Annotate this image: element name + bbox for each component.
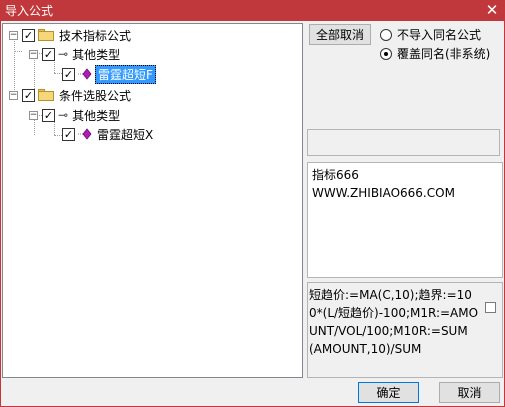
radio-no-import[interactable]: 不导入同名公式 xyxy=(380,26,481,43)
tree-line xyxy=(54,135,62,136)
tree-checkbox[interactable]: ✓ xyxy=(42,108,55,122)
formula-icon xyxy=(78,68,92,80)
radio-overwrite[interactable]: 覆盖同名(非系统) xyxy=(380,45,490,62)
folder-icon xyxy=(38,29,54,41)
collapse-icon[interactable]: − xyxy=(29,49,38,59)
folder-icon xyxy=(38,89,54,101)
info-panel: 指标666 WWW.ZHIBIAO666.COM xyxy=(307,162,503,278)
tree-checkbox[interactable]: ✓ xyxy=(42,47,55,61)
info-text: 指标666 WWW.ZHIBIAO666.COM xyxy=(312,168,455,200)
close-icon[interactable]: ✕ xyxy=(483,1,501,19)
radio-button[interactable] xyxy=(380,28,392,41)
tree-node-other-types[interactable]: − ✓ ⊸ 其他类型 xyxy=(29,45,120,63)
key-icon: ⊸ xyxy=(58,108,69,122)
tree-checkbox[interactable]: ✓ xyxy=(22,88,35,102)
tree-checkbox[interactable]: ✓ xyxy=(62,67,75,81)
formula-preview-text: 短趋价:=MA(C,10);趋界:=100*(L/短趋价)-100;M1R:=A… xyxy=(309,288,479,356)
tree-checkbox[interactable]: ✓ xyxy=(62,127,75,141)
ok-button[interactable]: 确定 xyxy=(358,382,419,403)
tree-node-label: 技术指标公式 xyxy=(59,28,132,43)
formula-icon xyxy=(78,128,92,140)
key-icon: ⊸ xyxy=(58,47,69,61)
tree-node-label: 其他类型 xyxy=(72,108,121,123)
tree-line xyxy=(54,73,62,74)
formula-tree[interactable]: − ✓ 技术指标公式 − ✓ ⊸ 其他类型 ✓ 雷霆超短F − ✓ 条件选股公式… xyxy=(2,23,303,378)
tree-node-stock-picking[interactable]: − ✓ 条件选股公式 xyxy=(9,86,131,104)
radio-label: 覆盖同名(非系统) xyxy=(397,47,491,61)
radio-button[interactable] xyxy=(380,47,392,60)
tree-node-label: 条件选股公式 xyxy=(59,88,132,103)
tree-node-formula-f[interactable]: ✓ 雷霆超短F xyxy=(62,64,156,84)
empty-panel xyxy=(307,129,500,156)
tree-node-tech-indicators[interactable]: − ✓ 技术指标公式 xyxy=(9,26,131,44)
tree-node-label: 雷霆超短F xyxy=(95,64,156,84)
cancel-button[interactable]: 取消 xyxy=(439,382,500,403)
tree-line xyxy=(14,51,22,52)
preview-checkbox[interactable] xyxy=(485,302,496,313)
window-title: 导入公式 xyxy=(5,4,54,18)
tree-node-other-types[interactable]: − ✓ ⊸ 其他类型 xyxy=(29,106,120,124)
radio-label: 不导入同名公式 xyxy=(397,28,482,42)
collapse-icon[interactable]: − xyxy=(9,30,18,40)
tree-node-label: 雷霆超短X xyxy=(97,127,154,142)
deselect-all-button[interactable]: 全部取消 xyxy=(309,24,371,45)
tree-checkbox[interactable]: ✓ xyxy=(22,28,35,42)
title-bar: 导入公式 ✕ xyxy=(0,0,505,21)
tree-node-label: 其他类型 xyxy=(72,47,121,62)
collapse-icon[interactable]: − xyxy=(29,110,38,120)
tree-node-formula-x[interactable]: ✓ 雷霆超短X xyxy=(62,125,155,143)
collapse-icon[interactable]: − xyxy=(9,90,18,100)
